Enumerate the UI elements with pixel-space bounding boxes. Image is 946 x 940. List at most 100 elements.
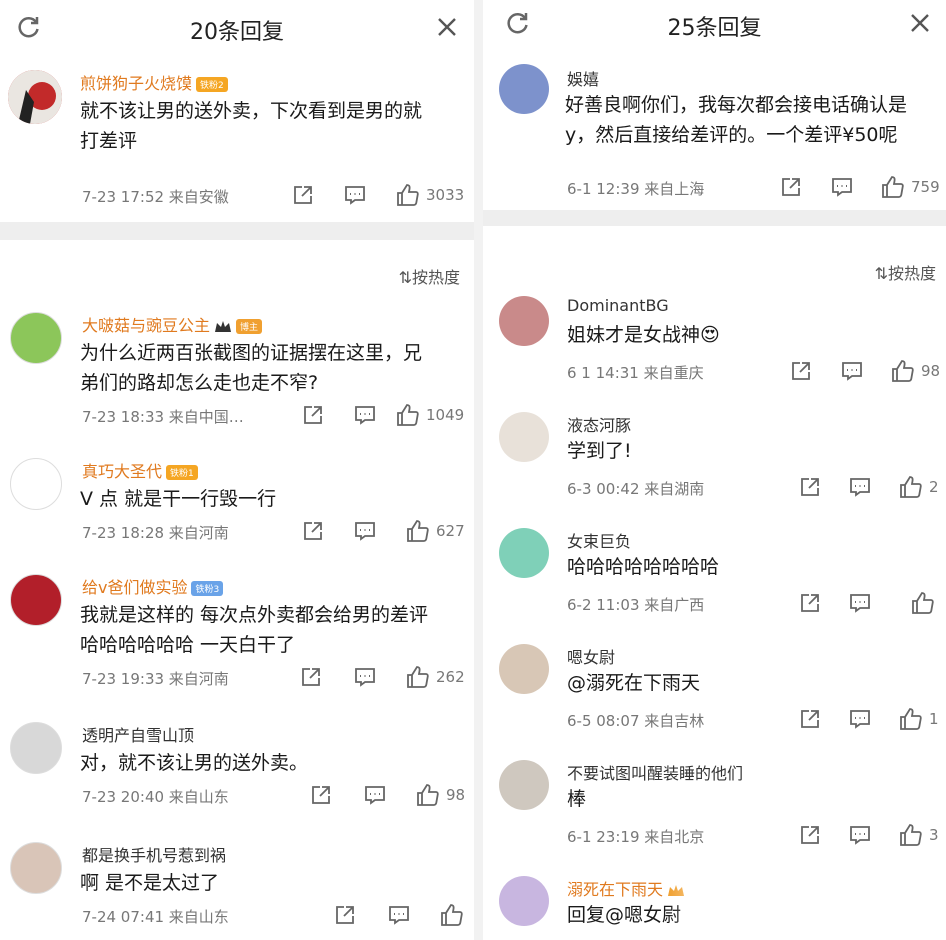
- comment-icon[interactable]: [344, 184, 368, 208]
- avatar[interactable]: [10, 458, 62, 510]
- avatar[interactable]: [10, 574, 62, 626]
- like-icon[interactable]: [911, 591, 935, 615]
- avatar[interactable]: [499, 296, 549, 346]
- avatar[interactable]: [499, 64, 549, 114]
- like-icon[interactable]: [899, 823, 923, 847]
- share-icon[interactable]: [292, 184, 316, 208]
- panel-header: 20条回复: [0, 0, 474, 56]
- like-icon[interactable]: [406, 519, 430, 543]
- root-comment: 煎饼狗子火烧馍 铁粉2 就不该让男的送外卖，下次看到是男的就 打差评 7-23 1…: [0, 56, 474, 222]
- like-count: 3033: [426, 186, 465, 204]
- comment-icon[interactable]: [831, 176, 855, 200]
- comment-text: 学到了!: [567, 440, 632, 462]
- share-icon[interactable]: [799, 592, 823, 616]
- username[interactable]: 都是换手机号惹到祸: [82, 846, 226, 865]
- username[interactable]: 液态河豚: [567, 416, 631, 435]
- comment-icon[interactable]: [354, 404, 378, 428]
- avatar[interactable]: [499, 528, 549, 578]
- like-icon[interactable]: [396, 183, 420, 207]
- sort-by-hot-button[interactable]: ⇅按热度: [399, 264, 460, 288]
- fan-badge: 博主: [236, 319, 263, 334]
- share-icon[interactable]: [302, 404, 326, 428]
- username[interactable]: 溺死在下雨天: [567, 880, 663, 899]
- close-icon[interactable]: [434, 14, 460, 40]
- like-count: 3: [929, 826, 939, 844]
- like-icon[interactable]: [899, 707, 923, 731]
- share-icon[interactable]: [780, 176, 804, 200]
- username[interactable]: 大啵菇与豌豆公主: [82, 316, 210, 335]
- avatar[interactable]: [499, 760, 549, 810]
- share-icon[interactable]: [799, 824, 823, 848]
- like-icon[interactable]: [881, 175, 905, 199]
- like-icon[interactable]: [396, 403, 420, 427]
- username[interactable]: 透明产自雪山顶: [82, 726, 194, 745]
- username[interactable]: 女束巨负: [567, 532, 631, 551]
- comment-text: 我就是这样的 每次点外卖都会给男的差评 哈哈哈哈哈哈 一天白干了: [80, 604, 429, 656]
- comment-icon[interactable]: [849, 824, 873, 848]
- comment-meta: 7-24 07:41 来自山东: [82, 908, 229, 926]
- like-icon[interactable]: [440, 903, 464, 927]
- username[interactable]: 真巧大圣代: [82, 462, 162, 481]
- sort-bar: ⇅按热度: [483, 226, 946, 286]
- share-icon[interactable]: [310, 784, 334, 808]
- avatar[interactable]: [499, 644, 549, 694]
- avatar[interactable]: [10, 312, 62, 364]
- comment-meta: 7-23 19:33 来自河南: [82, 670, 229, 688]
- comment-text: 哈哈哈哈哈哈哈哈: [567, 556, 720, 578]
- like-count: 2: [929, 478, 939, 496]
- comment-text: 啊 是不是太过了: [80, 872, 220, 894]
- right-reply-panel: 25条回复 娛嬉 好善良啊你们，我每次都会接电话确认是 y，然后直接给差评的。一…: [483, 0, 946, 940]
- like-count: 1049: [426, 406, 465, 424]
- separator: [0, 222, 474, 240]
- like-icon[interactable]: [891, 359, 915, 383]
- like-count: 627: [436, 522, 465, 540]
- panel-title: 25条回复: [667, 16, 762, 41]
- username[interactable]: 煎饼狗子火烧馍: [80, 74, 192, 93]
- avatar[interactable]: [10, 842, 62, 894]
- comment-text: 棒: [567, 788, 587, 810]
- avatar[interactable]: [8, 70, 62, 124]
- share-icon[interactable]: [790, 360, 814, 384]
- comment-icon[interactable]: [841, 360, 865, 384]
- share-icon[interactable]: [300, 666, 324, 690]
- avatar[interactable]: [499, 412, 549, 462]
- panel-header: 25条回复: [483, 0, 946, 56]
- comment-icon[interactable]: [354, 666, 378, 690]
- comment-meta: 6 1 14:31 来自重庆: [567, 364, 704, 382]
- like-icon[interactable]: [899, 475, 923, 499]
- like-icon[interactable]: [416, 783, 440, 807]
- comment-icon[interactable]: [364, 784, 388, 808]
- username[interactable]: 不要试图叫醒装睡的他们: [567, 764, 743, 783]
- like-count: 759: [911, 178, 940, 196]
- comment-meta: 7-23 18:28 来自河南: [82, 524, 229, 542]
- share-icon[interactable]: [799, 708, 823, 732]
- like-icon[interactable]: [406, 665, 430, 689]
- share-icon[interactable]: [799, 476, 823, 500]
- share-icon[interactable]: [334, 904, 358, 928]
- close-icon[interactable]: [907, 10, 933, 36]
- comment-meta: 7-23 18:33 来自中国…: [82, 408, 244, 426]
- sort-by-hot-button[interactable]: ⇅按热度: [875, 260, 936, 284]
- fan-badge: 铁粉1: [166, 465, 198, 480]
- comment-meta: 6-1 23:19 来自北京: [567, 828, 705, 846]
- username[interactable]: 给v爸们做实验: [82, 578, 187, 597]
- username[interactable]: 娛嬉: [567, 66, 599, 90]
- comment-icon[interactable]: [354, 520, 378, 544]
- like-count: 1: [929, 710, 939, 728]
- sort-label: 按热度: [887, 264, 936, 283]
- sort-bar: ⇅按热度: [0, 240, 474, 294]
- share-icon[interactable]: [302, 520, 326, 544]
- comment-icon[interactable]: [849, 476, 873, 500]
- sort-label: 按热度: [411, 268, 460, 287]
- like-count: 262: [436, 668, 465, 686]
- comment-text: 为什么近两百张截图的证据摆在这里，兄 弟们的路却怎么走也走不窄?: [80, 342, 423, 394]
- comment-icon[interactable]: [388, 904, 412, 928]
- username[interactable]: DominantBG: [567, 296, 669, 315]
- avatar[interactable]: [499, 876, 549, 926]
- like-count: 98: [921, 362, 941, 380]
- comment-meta: 6-1 12:39 来自上海: [567, 180, 705, 198]
- avatar[interactable]: [10, 722, 62, 774]
- comment-icon[interactable]: [849, 708, 873, 732]
- username[interactable]: 嗯女尉: [567, 648, 615, 667]
- comment-icon[interactable]: [849, 592, 873, 616]
